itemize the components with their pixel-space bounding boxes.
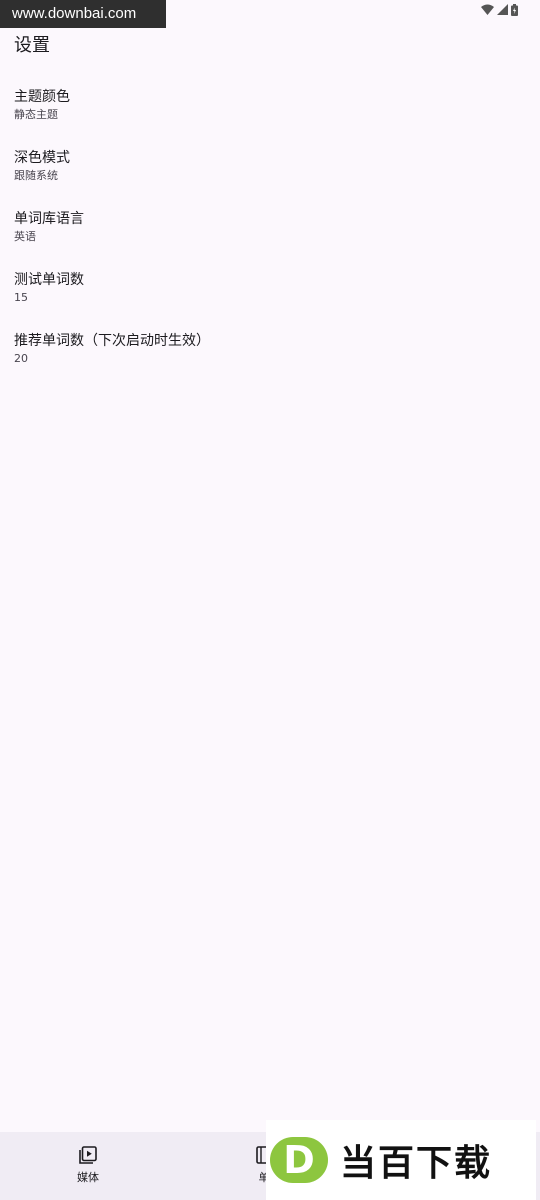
setting-title: 单词库语言 (14, 211, 84, 227)
setting-value: 英语 (14, 230, 36, 243)
setting-theme-color[interactable]: 主题颜色 静态主题 (14, 86, 526, 147)
battery-icon (511, 4, 518, 16)
page-title: 设置 (14, 35, 50, 56)
settings-list: 主题颜色 静态主题 深色模式 跟随系统 单词库语言 英语 测试单词数 15 推荐… (14, 86, 526, 391)
setting-value: 15 (14, 291, 28, 304)
setting-title: 主题颜色 (14, 89, 70, 105)
watermark-logo: D 当百下载 (266, 1120, 536, 1200)
setting-word-bank-language[interactable]: 单词库语言 英语 (14, 208, 526, 269)
signal-icon (497, 4, 508, 15)
status-bar (481, 3, 518, 17)
setting-test-word-count[interactable]: 测试单词数 15 (14, 269, 526, 330)
setting-title: 深色模式 (14, 150, 70, 166)
setting-recommended-word-count[interactable]: 推荐单词数（下次启动时生效） 20 (14, 330, 526, 391)
video-library-icon (79, 1146, 97, 1164)
watermark-logo-text: 当百下载 (340, 1143, 493, 1184)
nav-label: 媒体 (77, 1171, 99, 1184)
setting-value: 20 (14, 352, 28, 365)
watermark-url: www.downbai.com (0, 0, 166, 28)
nav-item-media[interactable]: 媒体 (0, 1132, 176, 1200)
setting-value: 跟随系统 (14, 169, 58, 182)
wifi-icon (481, 4, 494, 15)
setting-title: 测试单词数 (14, 272, 84, 288)
setting-title: 推荐单词数（下次启动时生效） (14, 333, 210, 349)
setting-value: 静态主题 (14, 108, 58, 121)
setting-dark-mode[interactable]: 深色模式 跟随系统 (14, 147, 526, 208)
watermark-logo-badge: D (270, 1137, 328, 1183)
